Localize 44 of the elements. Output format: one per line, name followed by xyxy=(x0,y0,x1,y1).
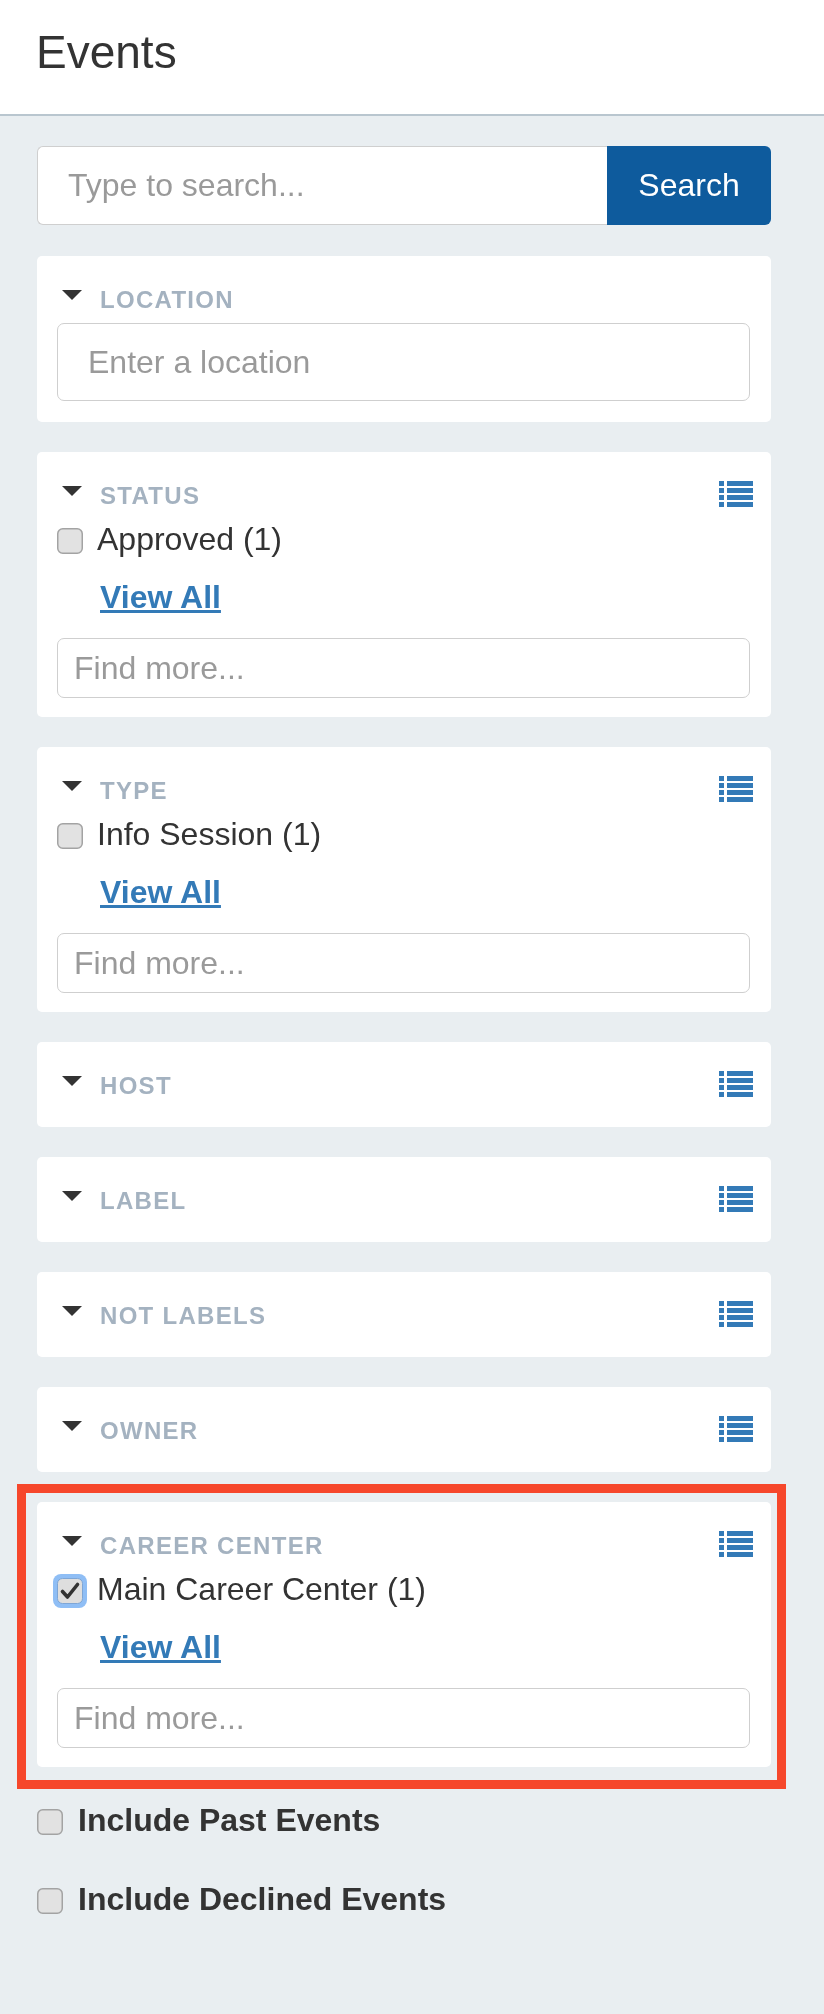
view-all-link[interactable]: View All xyxy=(100,874,221,910)
search-field[interactable]: Type to search... xyxy=(37,146,607,225)
option-label: Main Career Center (1) xyxy=(97,1571,426,1607)
caret-icon[interactable] xyxy=(62,1536,82,1546)
caret-icon[interactable] xyxy=(62,1076,82,1086)
list-icon[interactable] xyxy=(719,1416,753,1442)
option-label: Info Session (1) xyxy=(97,816,322,852)
view-all-link[interactable]: View All xyxy=(100,579,221,615)
checkbox[interactable] xyxy=(57,527,83,554)
panel-label: HOST xyxy=(100,1072,172,1100)
find-more-field[interactable]: Find more... xyxy=(57,638,750,698)
panel-label: OWNER xyxy=(100,1417,199,1445)
checkmark-icon xyxy=(60,1582,80,1599)
toggle-label: Include Past Events xyxy=(78,1802,381,1838)
caret-icon[interactable] xyxy=(62,781,82,791)
view-all-link[interactable]: View All xyxy=(100,1629,221,1665)
caret-icon[interactable] xyxy=(62,1191,82,1201)
panel-label: CAREER CENTER xyxy=(100,1532,324,1560)
page-title: Events xyxy=(36,25,177,79)
list-icon[interactable] xyxy=(719,776,753,802)
list-icon[interactable] xyxy=(719,1186,753,1212)
checkbox[interactable] xyxy=(53,1573,87,1608)
list-icon[interactable] xyxy=(719,1531,753,1557)
panel-label: STATUS xyxy=(100,482,201,510)
list-icon[interactable] xyxy=(719,481,753,507)
toggle-label: Include Declined Events xyxy=(78,1881,447,1917)
caret-icon[interactable] xyxy=(62,1421,82,1431)
find-more-field[interactable]: Find more... xyxy=(57,933,750,993)
checkbox[interactable] xyxy=(37,1887,63,1914)
panel-label: LOCATION xyxy=(100,286,234,314)
location-field[interactable]: Enter a location xyxy=(57,323,750,401)
find-more-field[interactable]: Find more... xyxy=(57,1688,750,1748)
panel-label: NOT LABELS xyxy=(100,1302,267,1330)
caret-icon[interactable] xyxy=(62,1306,82,1316)
panel-label: LABEL xyxy=(100,1187,187,1215)
search-button[interactable]: Search xyxy=(607,146,771,225)
list-icon[interactable] xyxy=(719,1071,753,1097)
caret-icon[interactable] xyxy=(62,290,82,300)
list-icon[interactable] xyxy=(719,1301,753,1327)
checkbox[interactable] xyxy=(57,822,83,849)
option-label: Approved (1) xyxy=(97,521,282,557)
caret-icon[interactable] xyxy=(62,486,82,496)
checkbox[interactable] xyxy=(37,1808,63,1835)
panel-label: TYPE xyxy=(100,777,168,805)
